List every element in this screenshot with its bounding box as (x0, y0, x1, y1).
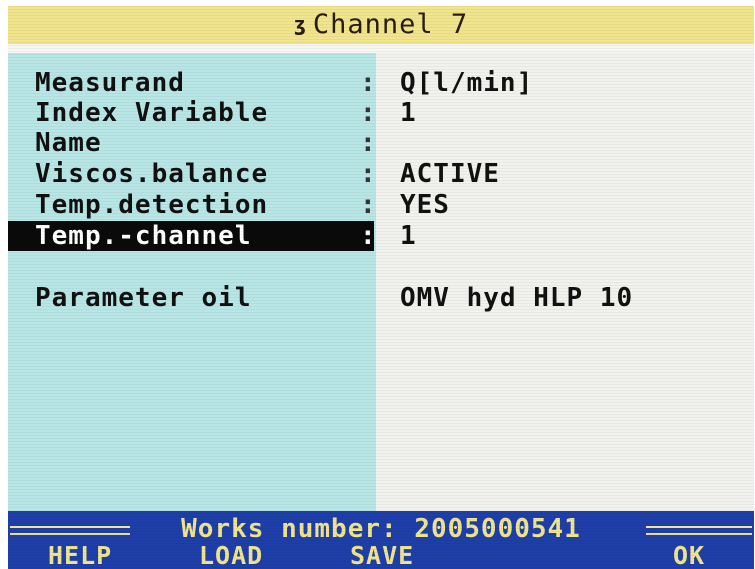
field-label: Temp.-channel (35, 221, 252, 251)
field-separator: : (360, 128, 376, 158)
status-bar: Works number: 2005000541 HELP LOAD SAVE … (8, 511, 754, 569)
load-softkey[interactable]: LOAD (199, 543, 263, 569)
page-title: Channel 7 (312, 9, 469, 40)
works-number-line: Works number: 2005000541 (8, 514, 754, 544)
field-row-temp-detection[interactable]: Temp.detection : YES (8, 190, 754, 220)
field-separator: : (360, 98, 376, 128)
field-label: Temp.detection (35, 190, 269, 220)
field-value: Q[l/min] (400, 68, 534, 98)
divider-left (10, 526, 130, 535)
field-label: Name (35, 128, 102, 158)
field-label: Index Variable (35, 98, 269, 128)
field-value: OMV hyd HLP 10 (400, 283, 634, 313)
field-row-viscos-balance[interactable]: Viscos.balance : ACTIVE (8, 159, 754, 189)
field-value: 1 (400, 98, 417, 128)
save-softkey[interactable]: SAVE (350, 543, 414, 569)
field-value: ACTIVE (400, 159, 500, 189)
field-row-measurand[interactable]: Measurand : Q[l/min] (8, 68, 754, 98)
field-row-index-variable[interactable]: Index Variable : 1 (8, 98, 754, 128)
device-screen: ʒ Channel 7 Measurand : Q[l/min] Index Va… (8, 6, 754, 569)
field-separator: : (360, 190, 376, 220)
field-label: Viscos.balance (35, 159, 269, 189)
field-value: YES (400, 190, 450, 220)
field-row-name[interactable]: Name : (8, 128, 754, 158)
field-label: Parameter oil (35, 283, 252, 313)
title-bar: ʒ Channel 7 (8, 6, 754, 44)
field-value: 1 (400, 221, 417, 251)
field-separator: : (360, 68, 376, 98)
works-number: Works number: 2005000541 (175, 514, 587, 544)
field-row-temp-channel-selected[interactable]: Temp.-channel : 1 (8, 221, 754, 251)
field-separator: : (360, 221, 376, 251)
field-row-parameter-oil[interactable]: Parameter oil OMV hyd HLP 10 (8, 283, 754, 313)
title-divider (8, 44, 754, 53)
ok-softkey[interactable]: OK (673, 543, 705, 569)
divider-right (646, 526, 752, 535)
title-marker-icon: ʒ (293, 12, 307, 36)
field-label: Measurand (35, 68, 185, 98)
help-softkey[interactable]: HELP (48, 543, 112, 569)
field-separator: : (360, 159, 376, 189)
